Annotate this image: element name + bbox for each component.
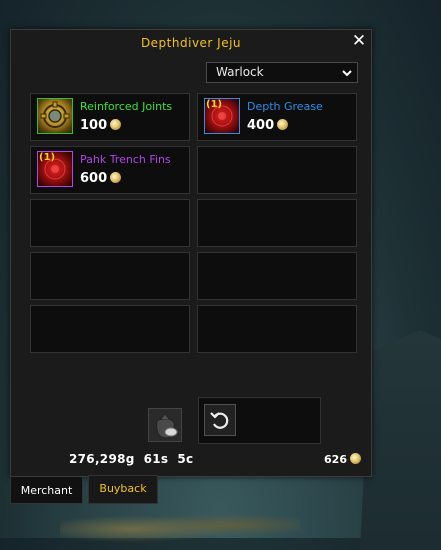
coin-icon bbox=[110, 119, 122, 130]
gold-amount: 276,298g bbox=[69, 452, 135, 466]
sell-bag-icon[interactable] bbox=[148, 408, 182, 442]
class-filter-dropdown[interactable]: Warlock bbox=[206, 62, 358, 83]
token-balance: 626 bbox=[324, 453, 361, 466]
buyback-preview bbox=[198, 397, 321, 444]
empty-slot bbox=[30, 252, 190, 300]
class-filter-value: Warlock bbox=[216, 65, 264, 79]
item-name: Pahk Trench Fins bbox=[80, 153, 171, 166]
item-price: 100 bbox=[80, 118, 122, 133]
background-plant bbox=[60, 505, 300, 545]
empty-slot bbox=[197, 146, 357, 194]
empty-slot bbox=[30, 305, 190, 353]
coin-icon bbox=[350, 453, 361, 464]
merchant-item-slot[interactable]: (1) Depth Grease 400 bbox=[197, 93, 357, 141]
red-orb-icon: (1) bbox=[204, 98, 240, 134]
chevron-down-icon bbox=[342, 70, 352, 77]
item-quantity: (1) bbox=[39, 152, 56, 163]
empty-slot bbox=[197, 252, 357, 300]
item-quantity: (1) bbox=[206, 99, 223, 110]
merchant-item-slot[interactable]: Reinforced Joints 100 bbox=[30, 93, 190, 141]
undo-icon[interactable] bbox=[204, 404, 236, 436]
item-name: Reinforced Joints bbox=[80, 100, 173, 113]
copper-amount: 5c bbox=[177, 452, 194, 466]
window-title: Depthdiver Jeju bbox=[140, 36, 242, 50]
red-orb-icon: (1) bbox=[37, 151, 73, 187]
empty-slot bbox=[197, 305, 357, 353]
player-money: 276,298g 61s 5c bbox=[69, 452, 193, 466]
merchant-item-slot[interactable]: (1) Pahk Trench Fins 600 bbox=[30, 146, 190, 194]
merchant-window: Depthdiver Jeju ✕ Warlock Reinforced Joi… bbox=[10, 29, 372, 477]
tab-buyback[interactable]: Buyback bbox=[88, 475, 158, 504]
silver-amount: 61s bbox=[143, 452, 169, 466]
coin-icon bbox=[277, 119, 289, 130]
item-price: 600 bbox=[80, 171, 122, 186]
background-hill bbox=[360, 330, 441, 550]
diving-helmet-icon bbox=[37, 98, 73, 134]
item-name: Depth Grease bbox=[247, 100, 323, 113]
item-price: 400 bbox=[247, 118, 289, 133]
empty-slot bbox=[197, 199, 357, 247]
tab-merchant[interactable]: Merchant bbox=[10, 477, 83, 504]
coin-icon bbox=[110, 172, 122, 183]
close-icon[interactable]: ✕ bbox=[351, 32, 367, 50]
empty-slot bbox=[30, 199, 190, 247]
